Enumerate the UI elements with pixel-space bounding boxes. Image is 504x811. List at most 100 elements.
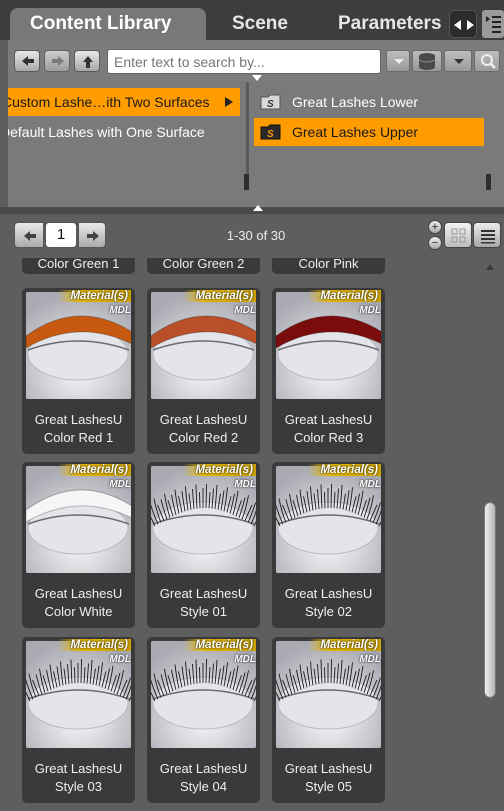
list-item-default-lashes[interactable]: Default Lashes with One Surface [8, 118, 240, 146]
list-item-label: Great Lashes Upper [292, 124, 419, 140]
svg-text:S: S [267, 99, 274, 110]
item-name-line2: Color White [44, 604, 113, 619]
list-item-custom-lashes[interactable]: Custom Lashe…ith Two Surfaces [8, 88, 240, 116]
mdl-label: MDL [359, 654, 381, 665]
tab-scroll-icon [454, 20, 474, 30]
mdl-label: MDL [109, 305, 131, 316]
category-list-left: Custom Lashe…ith Two Surfaces Default La… [8, 82, 246, 204]
forward-button[interactable] [44, 50, 70, 72]
panel-splitter[interactable] [0, 205, 504, 214]
mdl-label: MDL [359, 305, 381, 316]
item-name: Color Green 1 [37, 258, 120, 271]
item-name-line2: Color Red 3 [293, 430, 364, 445]
item-name-line2: Style 05 [305, 779, 352, 794]
material-badge: Material(s) [308, 464, 381, 476]
item-name-line2: Style 04 [180, 779, 227, 794]
item-name: Color Pink [298, 258, 359, 271]
magnifier-icon [481, 54, 496, 69]
material-badge: Material(s) [58, 639, 131, 651]
material-badge: Material(s) [183, 639, 256, 651]
up-button[interactable] [74, 50, 100, 72]
vertical-scroll-thumb[interactable] [484, 502, 496, 698]
material-badge: Material(s) [183, 464, 256, 476]
icon-view-button[interactable] [444, 222, 472, 248]
item-name-line2: Style 03 [55, 779, 102, 794]
splitter-top-arrow[interactable] [252, 75, 262, 81]
tab-content-library[interactable]: Content Library [10, 8, 206, 40]
grid-item-card[interactable]: Material(s) MDL Great LashesU Style 05 [272, 637, 385, 803]
back-button[interactable] [14, 50, 40, 72]
item-name-line2: Style 02 [305, 604, 352, 619]
database-dropdown-button[interactable] [444, 50, 472, 72]
vertical-scrollbar[interactable] [484, 258, 498, 811]
material-badge: Material(s) [58, 464, 131, 476]
item-name-line1: Great LashesU [159, 761, 248, 776]
tab-scroll-arrows[interactable] [449, 10, 477, 38]
list-divider[interactable] [246, 82, 249, 186]
zoom-out-button[interactable]: − [428, 236, 442, 250]
database-button[interactable] [412, 50, 442, 72]
grid-item-card[interactable]: Material(s) MDL Great LashesU Color Red 2 [147, 288, 260, 454]
expand-arrow-icon [225, 97, 233, 107]
database-icon [418, 53, 436, 70]
item-name-line2: Color Red 1 [43, 430, 114, 445]
content-library-window: Content Library Scene Parameters Enter t… [0, 0, 504, 811]
search-button[interactable] [474, 50, 500, 72]
grid-item-card[interactable]: Material(s) MDL Great LashesU Color Red 3 [272, 288, 385, 454]
mdl-label: MDL [109, 479, 131, 490]
item-name-line1: Great LashesU [159, 586, 248, 601]
panel-menu-button[interactable] [482, 10, 504, 38]
item-name-line1: Great LashesU [284, 586, 373, 601]
list-item-great-lashes-upper[interactable]: S Great Lashes Upper [254, 118, 484, 146]
chevron-down-icon [454, 59, 464, 64]
tab-parameters[interactable]: Parameters [318, 8, 452, 40]
list-view-button[interactable] [473, 222, 501, 248]
grid-item-partial[interactable]: Color Green 2 [147, 258, 260, 274]
material-badge: Material(s) [58, 290, 131, 302]
splitter-arrow-icon [253, 205, 263, 211]
item-name-line1: Great LashesU [34, 412, 123, 427]
mdl-label: MDL [234, 654, 256, 665]
list-view-icon [481, 230, 495, 244]
mdl-label: MDL [234, 305, 256, 316]
item-name-line1: Great LashesU [34, 586, 123, 601]
category-list-right: S Great Lashes Lower S Great Lashes Uppe… [254, 82, 504, 204]
arrow-left-icon [22, 56, 34, 66]
grid-item-card[interactable]: Material(s) MDL Great LashesU Style 03 [22, 637, 135, 803]
list-item-great-lashes-lower[interactable]: S Great Lashes Lower [254, 88, 484, 116]
material-badge: Material(s) [308, 639, 381, 651]
grid-item-partial[interactable]: Color Pink [272, 258, 385, 274]
chevron-down-icon [394, 59, 404, 64]
svg-text:S: S [267, 129, 274, 140]
menu-icon [486, 16, 501, 33]
scroll-up-icon[interactable] [486, 264, 494, 270]
left-list-scroll-marker[interactable] [244, 174, 249, 190]
tab-bar: Content Library Scene Parameters [0, 0, 504, 40]
item-name: Color Green 2 [162, 258, 245, 271]
right-list-scroll-marker[interactable] [486, 174, 491, 190]
grid-item-card[interactable]: Material(s) MDL Great LashesU Color White [22, 462, 135, 628]
zoom-in-button[interactable]: + [428, 220, 442, 234]
mdl-label: MDL [109, 654, 131, 665]
item-name-line2: Color Red 2 [168, 430, 239, 445]
list-item-label: Great Lashes Lower [292, 94, 419, 110]
tab-scene[interactable]: Scene [212, 8, 322, 40]
item-name-line1: Great LashesU [284, 761, 373, 776]
grid-item-card[interactable]: Material(s) MDL Great LashesU Style 04 [147, 637, 260, 803]
arrow-right-icon [52, 56, 64, 66]
grid-item-partial[interactable]: Color Green 1 [22, 258, 135, 274]
item-name-line1: Great LashesU [34, 761, 123, 776]
category-lists: Custom Lashe…ith Two Surfaces Default La… [8, 82, 504, 245]
grid-view-icon [451, 228, 466, 243]
item-name-line2: Style 01 [180, 604, 227, 619]
grid-item-card[interactable]: Material(s) MDL Great LashesU Style 01 [147, 462, 260, 628]
list-item-label: Custom Lashe…ith Two Surfaces [8, 94, 210, 110]
material-badge: Material(s) [183, 290, 256, 302]
grid-item-card[interactable]: Material(s) MDL Great LashesU Color Red 1 [22, 288, 135, 454]
search-input[interactable] [107, 49, 381, 74]
item-name-line1: Great LashesU [159, 412, 248, 427]
search-dropdown-button[interactable] [386, 50, 410, 72]
grid-item-card[interactable]: Material(s) MDL Great LashesU Style 02 [272, 462, 385, 628]
mdl-label: MDL [234, 479, 256, 490]
smart-folder-icon: S [260, 94, 281, 110]
